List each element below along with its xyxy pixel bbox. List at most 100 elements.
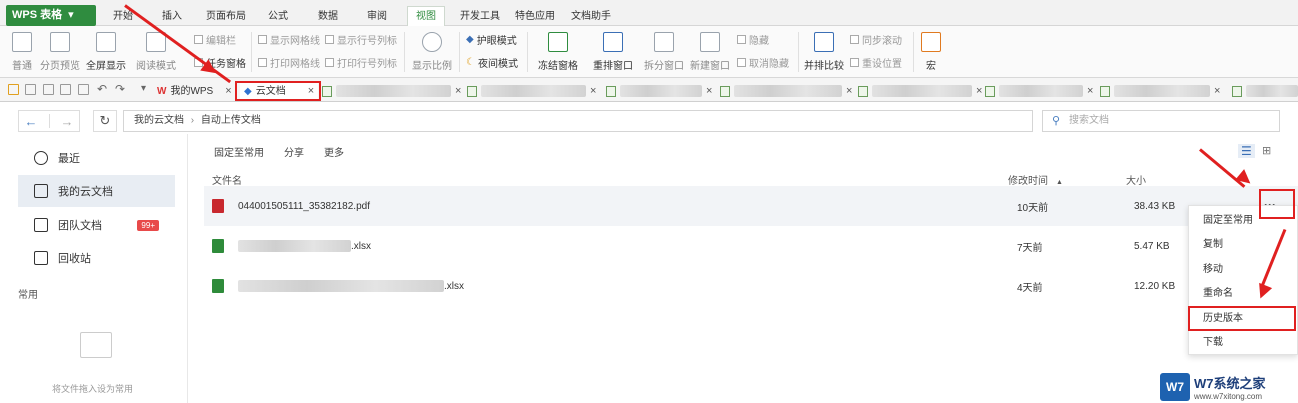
close-icon[interactable]: ×	[1214, 82, 1220, 101]
close-icon[interactable]: ×	[706, 82, 712, 101]
divider	[404, 32, 405, 72]
reading-mode-button[interactable]: 阅读模式	[132, 26, 180, 72]
search-input[interactable]: ⚲ 搜索文档	[1042, 110, 1280, 132]
refresh-button[interactable]: ↻	[93, 110, 117, 132]
hide-button[interactable]: 隐藏	[737, 32, 769, 47]
print-preview-icon[interactable]	[78, 84, 89, 95]
drop-hint: 将文件拖入设为常用	[52, 384, 134, 394]
menu-review[interactable]: 审阅	[367, 8, 387, 26]
list-view-icon[interactable]: ☰	[1238, 144, 1255, 158]
freeze-panes-button[interactable]: 冻结窗格	[533, 26, 583, 72]
sidebar-item-recent[interactable]: 最近	[18, 142, 175, 174]
menu-doc-assistant[interactable]: 文档助手	[571, 8, 611, 26]
fullscreen-button[interactable]: 全屏显示	[85, 26, 127, 72]
column-header-modified[interactable]: 修改时间 ▲	[1008, 172, 1063, 187]
annotation-box-cloud-tab	[235, 81, 321, 101]
undo-icon[interactable]: ↶	[97, 82, 107, 96]
zoom-button[interactable]: 显示比例	[410, 26, 454, 72]
grid-view-icon[interactable]: ⊞	[1262, 144, 1271, 157]
menu-special[interactable]: 特色应用	[515, 8, 555, 26]
freeze-panes-label: 冻结窗格	[538, 61, 578, 72]
side-by-side-button[interactable]: 并排比较	[804, 26, 844, 72]
page-preview-label: 分页预览	[40, 61, 80, 72]
xlsx-file-icon	[212, 239, 224, 253]
menu-item-download[interactable]: 下载	[1189, 332, 1298, 354]
tab-doc-7[interactable]: ×	[1100, 81, 1220, 101]
close-icon[interactable]: ×	[846, 82, 852, 101]
redo-icon[interactable]: ↷	[115, 82, 125, 96]
sync-scroll-button[interactable]: 同步滚动	[850, 32, 902, 47]
table-row[interactable]: .xlsx 7天前 5.47 KB	[204, 226, 1298, 266]
print-icon[interactable]	[60, 84, 71, 95]
close-icon[interactable]: ×	[225, 82, 231, 101]
menu-data[interactable]: 数据	[318, 8, 338, 26]
print-headers-checkbox[interactable]: 打印行号列标	[325, 55, 397, 70]
tab-doc-6[interactable]: ×	[985, 81, 1093, 101]
close-icon[interactable]: ×	[976, 82, 982, 101]
edit-bar-checkbox[interactable]: 编辑栏	[194, 32, 236, 47]
share-link[interactable]: 分享	[284, 144, 304, 159]
tab-doc-2[interactable]: ×	[467, 81, 596, 101]
macro-button[interactable]: 宏	[918, 26, 944, 72]
dropdown-icon[interactable]: ▾	[141, 83, 146, 94]
tab-doc-3[interactable]: ×	[606, 81, 712, 101]
menu-developer[interactable]: 开发工具	[460, 8, 500, 26]
show-gridlines-checkbox[interactable]: 显示网格线	[258, 32, 320, 47]
menu-formulas[interactable]: 公式	[268, 8, 288, 26]
column-header-name[interactable]: 文件名	[212, 172, 242, 187]
breadcrumb-root[interactable]: 我的云文档	[134, 115, 184, 126]
table-row[interactable]: .xlsx 4天前 12.20 KB	[204, 266, 1298, 306]
menu-item-move[interactable]: 移动	[1189, 259, 1298, 281]
close-icon[interactable]: ×	[1087, 82, 1093, 101]
rearrange-windows-button[interactable]: 重排窗口	[588, 26, 638, 72]
save-icon[interactable]	[25, 84, 36, 95]
folder-icon	[34, 184, 48, 198]
sidebar-item-recycle-bin[interactable]: 回收站	[18, 242, 175, 274]
menu-bar: WPS 表格 ▾ 开始 插入 页面布局 公式 数据 审阅 视图 开发工具 特色应用…	[0, 0, 1298, 26]
pin-to-frequent-link[interactable]: 固定至常用	[214, 144, 264, 159]
tab-doc-1[interactable]: ×	[322, 81, 461, 101]
sidebar-item-my-cloud-docs[interactable]: 我的云文档	[18, 175, 175, 207]
tab-doc-5[interactable]: ×	[858, 81, 982, 101]
page-preview-button[interactable]: 分页预览	[38, 26, 82, 72]
breadcrumb-current[interactable]: 自动上传文档	[201, 115, 261, 126]
night-mode-button[interactable]: ☾ 夜间模式	[466, 55, 518, 70]
page-icon	[50, 32, 70, 52]
tab-doc-8[interactable]	[1232, 81, 1298, 101]
new-window-button[interactable]: 新建窗口	[688, 26, 732, 72]
menu-view[interactable]: 视图	[407, 6, 445, 26]
column-header-size[interactable]: 大小	[1126, 172, 1146, 187]
more-link[interactable]: 更多	[324, 144, 344, 159]
macro-icon	[921, 32, 941, 52]
close-icon[interactable]: ×	[590, 82, 596, 101]
night-mode-label: 夜间模式	[477, 59, 518, 70]
sidebar-item-team-docs[interactable]: 团队文档 99+	[18, 209, 175, 241]
tab-doc-4[interactable]: ×	[720, 81, 852, 101]
menu-insert[interactable]: 插入	[162, 8, 182, 26]
forward-arrow-icon[interactable]: →	[61, 114, 74, 129]
wps-logo-button[interactable]: WPS 表格 ▾	[6, 5, 96, 26]
open-folder-icon[interactable]	[8, 84, 19, 95]
sort-asc-icon: ▲	[1056, 179, 1063, 186]
file-name-extension: .xlsx	[444, 280, 464, 292]
menu-item-rename[interactable]: 重命名	[1189, 283, 1298, 305]
normal-view-button[interactable]: 普通	[8, 26, 36, 72]
doc-icon	[322, 85, 332, 97]
show-headers-label: 显示行号列标	[337, 36, 397, 47]
split-window-button[interactable]: 拆分窗口	[642, 26, 686, 72]
close-icon[interactable]: ×	[455, 82, 461, 101]
print-gridlines-checkbox[interactable]: 打印网格线	[258, 55, 320, 70]
unhide-button[interactable]: 取消隐藏	[737, 55, 789, 70]
menu-page-layout[interactable]: 页面布局	[206, 8, 246, 26]
table-row[interactable]: 044001505111_35382182.pdf 10天前 38.43 KB …	[204, 186, 1298, 226]
sync-scroll-label: 同步滚动	[862, 36, 902, 47]
back-arrow-icon[interactable]: ←	[25, 114, 38, 129]
file-list-panel: 固定至常用 分享 更多 ☰ ⊞ 文件名 修改时间 ▲ 大小 04400150511…	[188, 134, 1298, 403]
reset-position-button[interactable]: 重设位置	[850, 55, 902, 70]
show-headers-checkbox[interactable]: 显示行号列标	[325, 32, 397, 47]
pdf-file-icon	[212, 199, 224, 213]
tab-my-wps[interactable]: W 我的WPS ×	[157, 81, 232, 101]
eye-protection-button[interactable]: ◆ 护眼模式	[466, 32, 517, 47]
file-modified: 10天前	[1017, 202, 1049, 214]
export-icon[interactable]	[43, 84, 54, 95]
